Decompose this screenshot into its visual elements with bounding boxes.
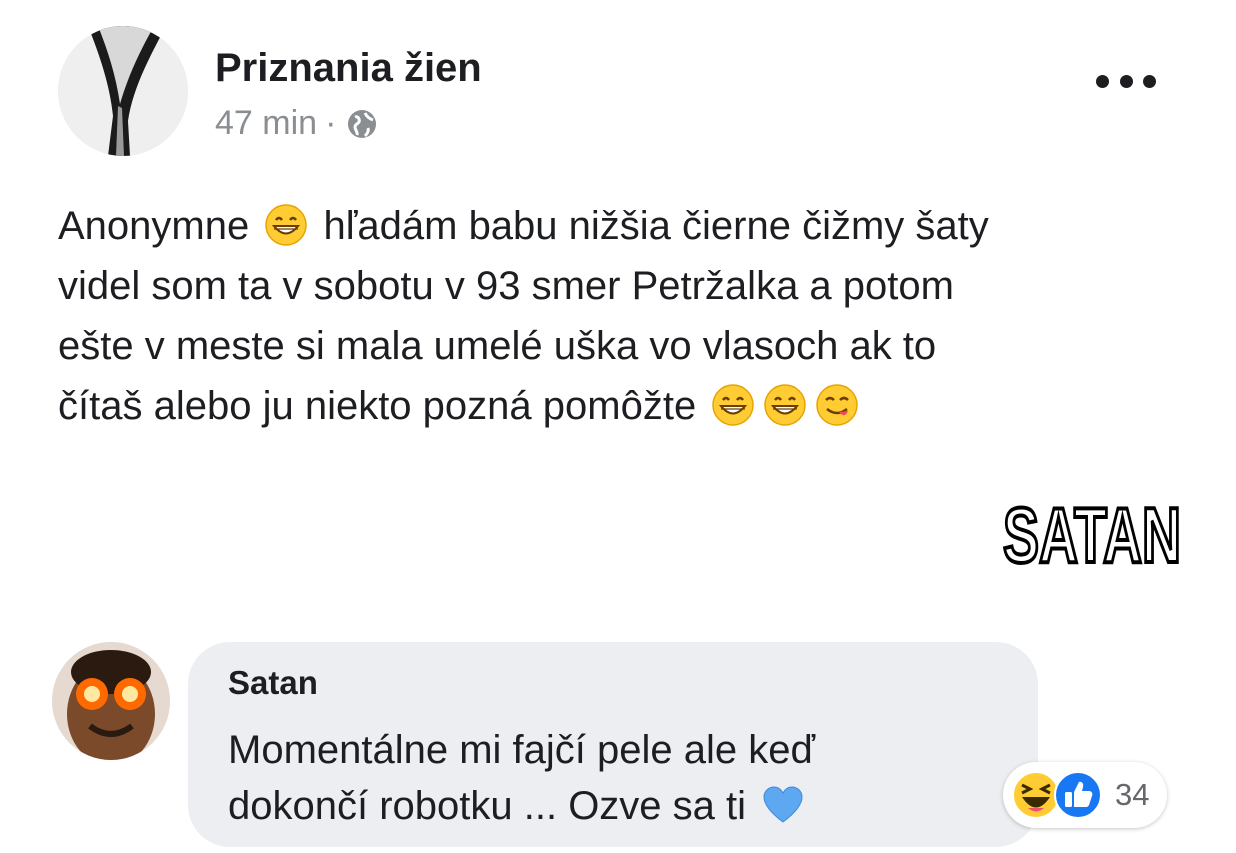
more-dot xyxy=(1096,74,1109,88)
watermark-text: SATAN xyxy=(1003,491,1181,576)
grinning-face-emoji xyxy=(264,203,308,247)
more-dot xyxy=(1143,74,1156,88)
commenter-avatar-image xyxy=(52,642,170,760)
post-text-segment: Anonymne xyxy=(58,204,250,248)
page-avatar-image xyxy=(58,26,188,156)
page-name[interactable]: Priznania žien xyxy=(215,46,482,91)
post-text-segment: čítaš alebo ju niekto pozná pomôžte xyxy=(58,384,697,428)
post-text-segment: hľadám babu nižšia čierne čižmy šaty xyxy=(323,204,989,248)
more-options-icon[interactable] xyxy=(1096,66,1156,96)
meta-separator: · xyxy=(325,104,337,142)
post-line-4: čítaš alebo ju niekto pozná pomôžte xyxy=(58,376,1168,436)
post-text: Anonymne hľadám babu nižšia čierne čižmy… xyxy=(58,196,1168,436)
post-line-3: ešte v meste si mala umelé uška vo vlaso… xyxy=(58,324,937,368)
reaction-count: 34 xyxy=(1115,777,1150,812)
comment-author[interactable]: Satan xyxy=(228,664,318,702)
blue-heart-emoji xyxy=(761,783,805,827)
face-savoring-food-emoji xyxy=(815,383,859,427)
post-timestamp[interactable]: 47 min xyxy=(215,104,317,143)
satan-watermark: SATAN xyxy=(1000,490,1185,576)
page-avatar[interactable] xyxy=(58,26,188,156)
comment-bubble: Satan Momentálne mi fajčí pele ale keď d… xyxy=(188,642,1038,847)
comment-text: Momentálne mi fajčí pele ale keď dokončí… xyxy=(228,722,988,834)
post-meta: 47 min · xyxy=(215,104,378,143)
post-header: Priznania žien 47 min · xyxy=(58,26,1178,156)
comment-text-segment: dokončí robotku ... Ozve sa ti xyxy=(228,784,747,828)
globe-icon xyxy=(346,108,378,140)
reactions-summary[interactable]: 34 xyxy=(1003,762,1167,828)
like-reaction-icon xyxy=(1053,770,1103,820)
more-dot xyxy=(1119,74,1133,88)
commenter-avatar[interactable] xyxy=(52,642,170,760)
grinning-face-emoji xyxy=(711,383,755,427)
comment-line-2: dokončí robotku ... Ozve sa ti xyxy=(228,778,988,834)
grinning-face-emoji xyxy=(763,383,807,427)
post-line-2: videl som ta v sobotu v 93 smer Petržalk… xyxy=(58,264,954,308)
comment-line-1: Momentálne mi fajčí pele ale keď xyxy=(228,728,816,772)
post-line-1: Anonymne hľadám babu nižšia čierne čižmy… xyxy=(58,196,1168,256)
